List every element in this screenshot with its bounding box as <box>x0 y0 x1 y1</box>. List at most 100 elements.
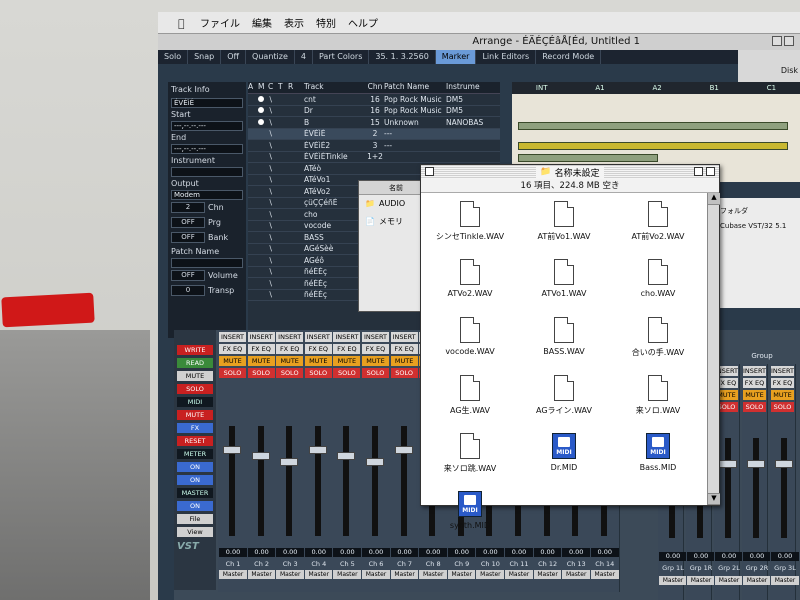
fader-handle[interactable] <box>747 460 765 468</box>
fader-value[interactable]: 0.00 <box>304 548 333 557</box>
mute-button[interactable]: MUTE <box>247 356 275 366</box>
track-name[interactable]: AGéô <box>302 256 366 265</box>
fader-handle[interactable] <box>280 458 299 466</box>
mute-button[interactable]: MUTE <box>333 356 361 366</box>
start-field[interactable]: ---,--.--.--- <box>171 121 243 131</box>
solo-button[interactable]: SOLO <box>362 368 389 378</box>
close-box[interactable] <box>425 167 434 176</box>
fader-value[interactable]: 0.00 <box>247 548 276 557</box>
menu-view[interactable]: 表示 <box>284 15 304 30</box>
fx-eq-button[interactable]: FX EQ <box>362 344 389 354</box>
solo-button[interactable]: Solo <box>158 50 189 64</box>
output-field[interactable]: Modem <box>171 190 243 200</box>
solo-button[interactable]: SOLO <box>390 368 418 378</box>
mute-button[interactable]: MUTE <box>304 356 332 366</box>
track-channel[interactable]: 2 <box>366 129 384 138</box>
track-name[interactable]: B <box>302 118 366 127</box>
output-select[interactable]: Master <box>771 576 799 585</box>
fader-handle[interactable] <box>775 460 793 468</box>
prg-field[interactable]: OFF <box>171 217 205 228</box>
file-item[interactable]: MIDI Bass.MID <box>613 433 703 472</box>
mute-button[interactable]: MUTE <box>362 356 389 366</box>
fx-eq-button[interactable]: FX EQ <box>390 344 418 354</box>
arrange-part[interactable] <box>518 142 788 150</box>
output-select[interactable]: Master <box>304 570 333 579</box>
track-channel[interactable]: 1+2 <box>366 152 384 161</box>
finder-folder-window[interactable]: 📁 名称未設定 16 項目、224.8 MB 空き ▲ ▼ シンセTinkle.W… <box>420 164 720 530</box>
fader-value[interactable]: 0.00 <box>333 548 362 557</box>
track-name[interactable]: ATéVo2 <box>302 187 366 196</box>
file-item[interactable]: シンセTinkle.WAV <box>425 201 515 242</box>
scroll-up-arrow-icon[interactable]: ▲ <box>708 193 720 205</box>
track-name[interactable]: ñéÉÉç <box>302 290 366 299</box>
arrange-ruler[interactable]: INT A1 A2 B1 C1 <box>512 82 800 94</box>
insert-button[interactable]: INSERT <box>362 332 389 342</box>
insert-button[interactable]: INSERT <box>771 366 794 376</box>
track-instrument[interactable]: DM5 <box>446 95 490 104</box>
fader-handle[interactable] <box>719 460 737 468</box>
volume-field[interactable]: OFF <box>171 270 205 281</box>
fader-handle[interactable] <box>308 446 327 454</box>
output-select[interactable]: Master <box>476 570 505 579</box>
snap-select[interactable]: Off <box>221 50 247 64</box>
track-row[interactable]: ∖ B 15 Unknown NANOBAS <box>248 117 500 129</box>
solo-button[interactable]: SOLO <box>219 368 246 378</box>
mute-cell[interactable] <box>258 106 268 115</box>
mute-cell[interactable] <box>258 118 268 127</box>
fader-handle[interactable] <box>223 446 241 454</box>
solo-button[interactable]: SOLO <box>276 368 304 378</box>
mute-button[interactable]: MUTE <box>743 390 766 400</box>
fader-value[interactable]: 0.00 <box>659 552 687 561</box>
fader-value[interactable]: 0.00 <box>562 548 591 557</box>
fader-value[interactable]: 0.00 <box>771 552 799 561</box>
track-name[interactable]: çüÇÇéñÉ <box>302 198 366 207</box>
marker-button[interactable]: Marker <box>435 50 477 64</box>
midi-mute-button[interactable]: MUTE <box>177 410 213 420</box>
file-item[interactable]: AT前Vo1.WAV <box>519 201 609 242</box>
global-solo-button[interactable]: SOLO <box>177 384 213 394</box>
insert-button[interactable]: INSERT <box>333 332 361 342</box>
track-row[interactable]: ∖ ÉVÉìÉ2 3 --- <box>248 140 500 152</box>
fx-eq-button[interactable]: FX EQ <box>771 378 794 388</box>
output-select[interactable]: Master <box>590 570 619 579</box>
zoom-button[interactable] <box>772 36 782 46</box>
output-select[interactable]: Master <box>715 576 743 585</box>
fader-handle[interactable] <box>337 452 356 460</box>
insert-button[interactable]: INSERT <box>276 332 304 342</box>
solo-button[interactable]: SOLO <box>771 402 794 412</box>
fader-value[interactable]: 0.00 <box>219 548 247 557</box>
track-instrument[interactable]: NANOBAS <box>446 118 490 127</box>
bank-field[interactable]: OFF <box>171 232 205 243</box>
background-info-window[interactable]: フォルダ Cubase VST/32 5.1 <box>716 198 800 308</box>
master-on-button[interactable]: ON <box>177 501 213 511</box>
mute-cell[interactable] <box>258 95 268 104</box>
output-select[interactable]: Master <box>505 570 533 579</box>
track-name[interactable]: ATéVo1 <box>302 175 366 184</box>
fader-value[interactable]: 0.00 <box>715 552 743 561</box>
output-select[interactable]: Master <box>743 576 771 585</box>
output-select[interactable]: Master <box>362 570 390 579</box>
track-name[interactable]: ÉVÉìÉ <box>302 129 366 138</box>
file-item[interactable]: MIDI Dr.MID <box>519 433 609 472</box>
menu-special[interactable]: 特別 <box>316 15 336 30</box>
mixer-file-button[interactable]: File <box>177 514 213 524</box>
output-select[interactable]: Master <box>659 576 687 585</box>
insert-button[interactable]: INSERT <box>390 332 418 342</box>
end-field[interactable]: ---,--.--.--- <box>171 144 243 154</box>
track-name[interactable]: Dr <box>302 106 366 115</box>
fx-eq-button[interactable]: FX EQ <box>333 344 361 354</box>
solo-button[interactable]: SOLO <box>304 368 332 378</box>
patch-name-field[interactable] <box>171 258 243 268</box>
file-item[interactable]: ATVo1.WAV <box>519 259 609 298</box>
mute-button[interactable]: MUTE <box>771 390 794 400</box>
output-select[interactable]: Master <box>390 570 419 579</box>
track-name[interactable]: AGéSèè <box>302 244 366 253</box>
zoom-box[interactable] <box>694 167 703 176</box>
menu-edit[interactable]: 編集 <box>252 15 272 30</box>
track-name[interactable]: cho <box>302 210 366 219</box>
solo-button[interactable]: SOLO <box>333 368 361 378</box>
disk-label[interactable]: Disk <box>740 66 798 75</box>
fader-handle[interactable] <box>394 446 413 454</box>
fader-value[interactable]: 0.00 <box>743 552 771 561</box>
chn-field[interactable]: 2 <box>171 202 205 213</box>
